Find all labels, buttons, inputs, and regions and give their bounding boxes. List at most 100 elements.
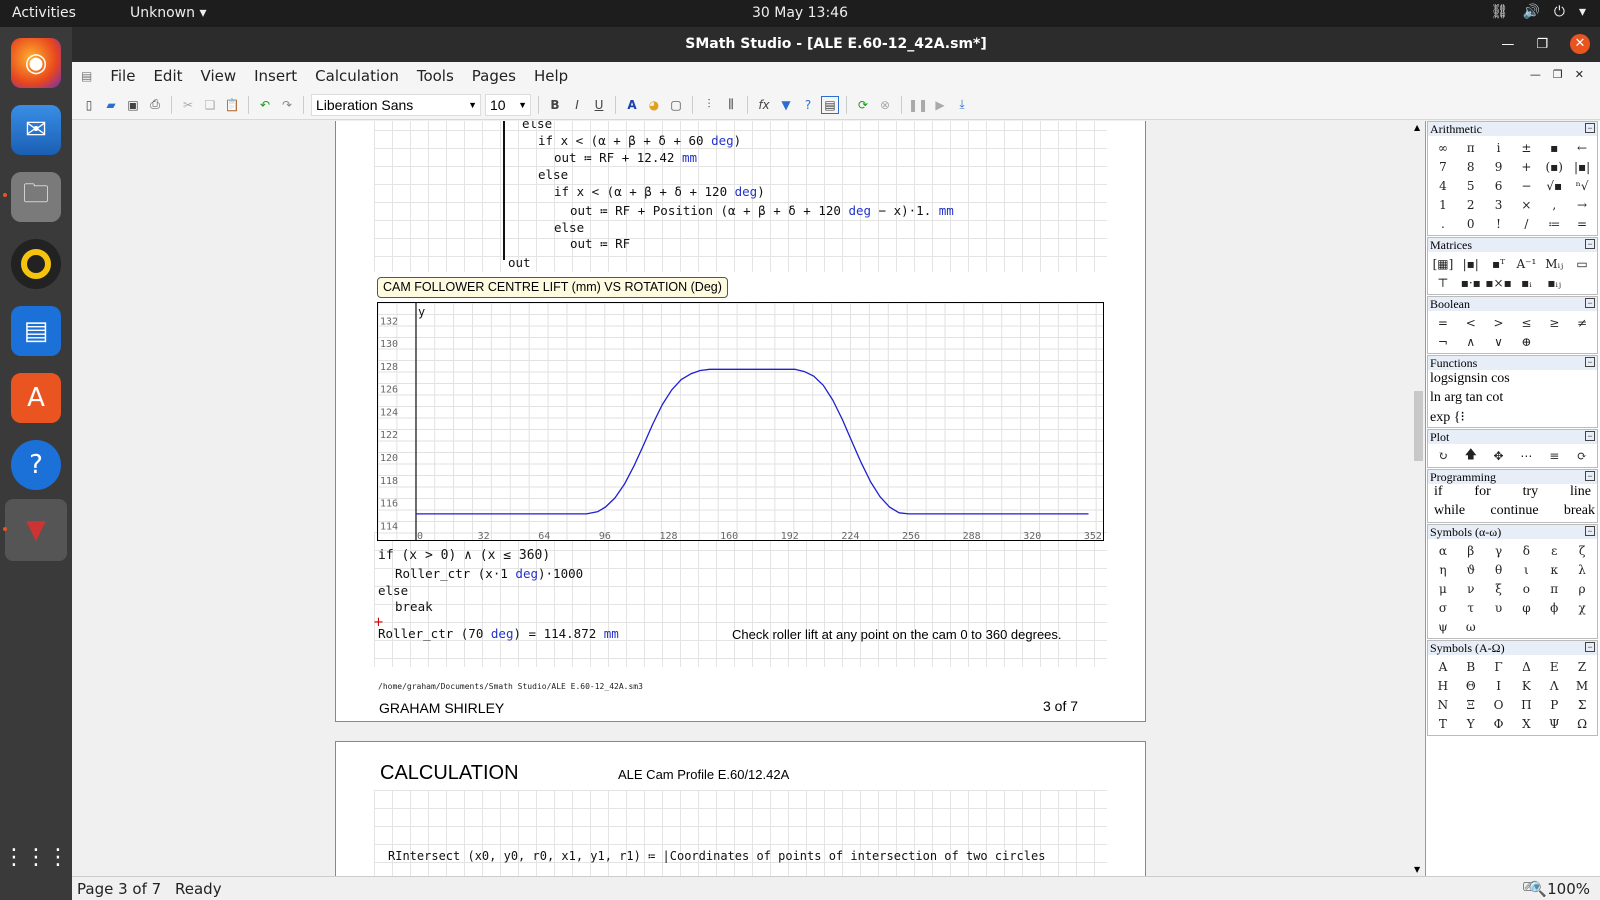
panel-key[interactable]: B	[1457, 657, 1485, 676]
panel-key[interactable]: !	[1485, 214, 1513, 233]
panel-header[interactable]: Programming −	[1428, 470, 1597, 484]
text-color-icon[interactable]: A	[623, 96, 641, 114]
panel-key[interactable]: ×	[1513, 195, 1541, 214]
panel-key[interactable]: 🡅	[1457, 446, 1485, 465]
help-book-icon[interactable]: ?	[799, 96, 817, 114]
files-icon[interactable]: 🗀	[11, 172, 61, 222]
prog-try[interactable]: try	[1523, 484, 1539, 503]
panel-key[interactable]: I	[1485, 676, 1513, 695]
step-icon[interactable]: ⤓	[953, 96, 971, 114]
panel-key[interactable]: Π	[1513, 695, 1541, 714]
panel-key[interactable]: Mᵢⱼ	[1540, 254, 1568, 273]
panel-key[interactable]: 3	[1485, 195, 1513, 214]
panel-key[interactable]: Δ	[1513, 657, 1541, 676]
clock[interactable]: 30 May 13:46	[752, 5, 848, 21]
panel-key[interactable]: ∧	[1457, 332, 1485, 351]
panel-key[interactable]: 2	[1457, 195, 1485, 214]
bold-icon[interactable]: B	[546, 96, 564, 114]
panel-header[interactable]: Matrices −	[1428, 238, 1597, 252]
panel-key[interactable]: κ	[1540, 560, 1568, 579]
panel-key[interactable]: ≤	[1513, 313, 1541, 332]
panel-key[interactable]: ▪	[1540, 138, 1568, 157]
software-icon[interactable]: A	[11, 373, 61, 423]
panel-key[interactable]: K	[1513, 676, 1541, 695]
app-menu[interactable]: Unknown ▾	[130, 5, 206, 21]
prog-while[interactable]: while	[1434, 503, 1465, 522]
panel-key[interactable]: M	[1568, 676, 1596, 695]
recalculate-icon[interactable]: ⟳	[854, 96, 872, 114]
panel-key[interactable]: α	[1429, 541, 1457, 560]
power-icon[interactable]: ⏻	[1554, 4, 1565, 20]
show-apps-icon[interactable]: ⋮⋮⋮	[3, 832, 69, 882]
collapse-icon[interactable]: −	[1585, 431, 1595, 441]
panel-key[interactable]: 4	[1429, 176, 1457, 195]
panel-key[interactable]: Ξ	[1457, 695, 1485, 714]
panel-key[interactable]: ⟳	[1568, 446, 1596, 465]
panel-key[interactable]: ≥	[1540, 313, 1568, 332]
activities-button[interactable]: Activities	[12, 5, 76, 21]
copy-icon[interactable]: ❏	[201, 96, 219, 114]
panel-header[interactable]: Symbols (A-Ω) −	[1428, 641, 1597, 655]
prog-line[interactable]: line	[1570, 484, 1591, 503]
panels-toggle-icon[interactable]: ▤	[821, 95, 839, 114]
scroll-down-icon[interactable]: ▼	[1414, 865, 1420, 874]
panel-key[interactable]: N	[1429, 695, 1457, 714]
paste-icon[interactable]: 📋	[223, 96, 241, 114]
collapse-icon[interactable]: −	[1585, 526, 1595, 536]
plot-title-label[interactable]: CAM FOLLOWER CENTRE LIFT (mm) VS ROTATIO…	[377, 277, 728, 298]
panel-key[interactable]: Y	[1457, 714, 1485, 733]
panel-key[interactable]: ϑ	[1457, 560, 1485, 579]
font-size-select[interactable]: 10 ▼	[485, 93, 531, 116]
menu-insert[interactable]: Insert	[245, 67, 306, 85]
prog-for[interactable]: for	[1474, 484, 1490, 503]
play-icon[interactable]: ▶	[931, 96, 949, 114]
code-line[interactable]: if x < (α + β + δ + 120 deg)	[554, 184, 765, 199]
panel-key[interactable]: 0	[1457, 214, 1485, 233]
underline-icon[interactable]: U	[590, 96, 608, 114]
collapse-icon[interactable]: −	[1585, 298, 1595, 308]
network-icon[interactable]: ⛓	[1491, 4, 1509, 20]
panel-key[interactable]: >	[1485, 313, 1513, 332]
panel-key[interactable]: η	[1429, 560, 1457, 579]
panel-key[interactable]: ≔	[1540, 214, 1568, 233]
thunderbird-icon[interactable]: ✉	[11, 105, 61, 155]
panel-key[interactable]: π	[1540, 579, 1568, 598]
panel-key[interactable]: A⁻¹	[1513, 254, 1541, 273]
menu-pages[interactable]: Pages	[463, 67, 525, 85]
panel-key[interactable]: ▭	[1568, 254, 1596, 273]
code-line[interactable]: else	[554, 220, 584, 235]
panel-key[interactable]: 7	[1429, 157, 1457, 176]
panel-header[interactable]: Symbols (α-ω) −	[1428, 525, 1597, 539]
panel-key[interactable]: ←	[1568, 138, 1596, 157]
panel-key[interactable]: μ	[1429, 579, 1457, 598]
panel-header[interactable]: Boolean −	[1428, 297, 1597, 311]
new-icon[interactable]: ▯	[80, 96, 98, 114]
collapse-icon[interactable]: −	[1585, 642, 1595, 652]
redo-icon[interactable]: ↷	[278, 96, 296, 114]
panel-key[interactable]: <	[1457, 313, 1485, 332]
panel-key[interactable]: Φ	[1485, 714, 1513, 733]
panel-key[interactable]: Λ	[1540, 676, 1568, 695]
panel-key[interactable]: O	[1485, 695, 1513, 714]
pause-icon[interactable]: ❚❚	[908, 96, 928, 114]
panel-key[interactable]: i	[1485, 138, 1513, 157]
panel-key[interactable]: |▪|	[1457, 254, 1485, 273]
panel-key[interactable]: χ	[1568, 598, 1596, 617]
code-line[interactable]: out ≔ RF	[570, 236, 630, 251]
panel-key[interactable]: ±	[1513, 138, 1541, 157]
panel-key[interactable]: .	[1429, 214, 1457, 233]
filter-icon[interactable]: ▼	[777, 96, 795, 114]
panel-key[interactable]: ▪ᵀ	[1485, 254, 1513, 273]
panel-key[interactable]: ⋯	[1513, 446, 1541, 465]
smath-icon[interactable]: ▼	[5, 499, 67, 561]
code-line[interactable]: out	[508, 255, 531, 270]
panel-key[interactable]: Σ	[1568, 695, 1596, 714]
maximize-button[interactable]: ❐	[1536, 27, 1548, 62]
panel-key[interactable]: λ	[1568, 560, 1596, 579]
panel-key[interactable]: ω	[1457, 617, 1485, 636]
panel-key[interactable]: ▪ᵢ	[1513, 273, 1541, 292]
prog-continue[interactable]: continue	[1490, 503, 1538, 522]
italic-icon[interactable]: I	[568, 96, 586, 114]
code-line[interactable]: Roller_ctr (x·1 deg)·1000	[395, 566, 583, 581]
evaluation-line[interactable]: Roller_ctr (70 deg) = 114.872 mm	[378, 626, 619, 641]
